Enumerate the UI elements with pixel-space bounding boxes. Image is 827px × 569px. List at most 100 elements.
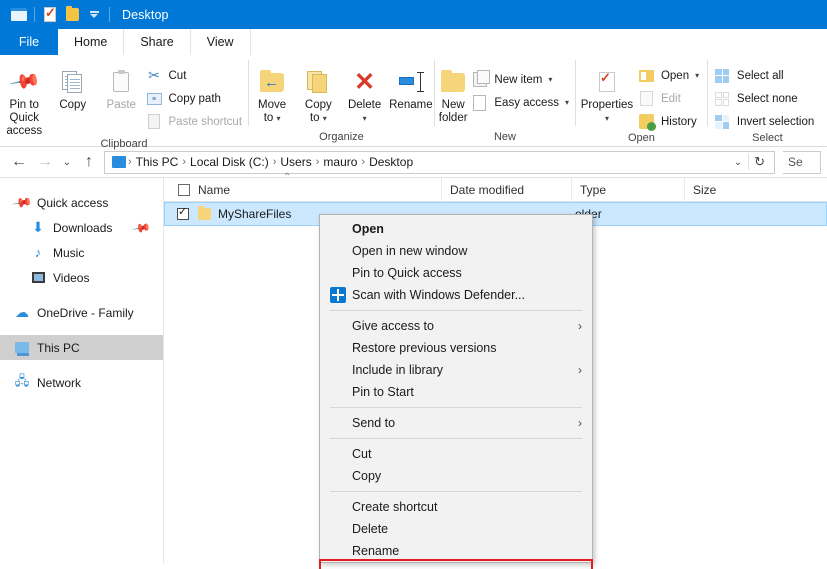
select-none-button[interactable]: Select none: [714, 88, 820, 109]
sidebar-item-onedrive[interactable]: ☁ OneDrive - Family: [0, 300, 163, 325]
paste-shortcut-button[interactable]: Paste shortcut: [146, 111, 249, 132]
search-input[interactable]: Se: [783, 150, 821, 174]
menu-item-delete[interactable]: Delete: [320, 518, 592, 540]
column-header-type[interactable]: Type: [571, 177, 684, 202]
sidebar-item-quick-access[interactable]: 📌 Quick access: [0, 190, 163, 215]
edit-button[interactable]: Edit: [638, 88, 705, 109]
copy-to-icon: [307, 65, 329, 99]
move-to-button[interactable]: ← Move to ▾: [249, 61, 295, 125]
menu-item-pin-to-quick-access[interactable]: Pin to Quick access: [320, 262, 592, 284]
chevron-down-icon[interactable]: ⌄: [728, 157, 748, 168]
new-item-button[interactable]: New item ▾: [471, 69, 575, 90]
new-folder-label-2: folder: [438, 112, 468, 124]
sidebar-item-this-pc[interactable]: This PC: [0, 335, 163, 360]
tab-file[interactable]: File: [0, 29, 58, 55]
file-name-cell: MyShareFiles: [218, 207, 292, 221]
rename-button[interactable]: Rename: [388, 61, 434, 112]
edit-label: Edit: [660, 92, 681, 105]
pin-icon: 📌: [8, 65, 42, 98]
group-label-select: Select: [752, 132, 783, 144]
invert-selection-label: Invert selection: [736, 115, 815, 128]
easy-access-button[interactable]: Easy access ▾: [471, 92, 575, 113]
customize-qat-caret-icon[interactable]: [83, 4, 105, 26]
tab-share[interactable]: Share: [124, 29, 191, 55]
new-item-caret-icon[interactable]: ▾: [548, 75, 552, 84]
sidebar-item-music[interactable]: ♪ Music: [0, 240, 163, 265]
ribbon: 📌 Pin to Quick access Copy Paste ✂ Cut ≡…: [0, 55, 827, 150]
menu-item-include-in-library[interactable]: Include in library ›: [320, 359, 592, 381]
history-button[interactable]: History: [638, 111, 705, 132]
menu-item-restore-previous-versions[interactable]: Restore previous versions: [320, 337, 592, 359]
menu-item-pin-to-start[interactable]: Pin to Start: [320, 381, 592, 403]
menu-item-send-to[interactable]: Send to ›: [320, 412, 592, 434]
paste-button[interactable]: Paste: [97, 61, 146, 112]
move-to-label-1: Move: [258, 99, 287, 111]
sidebar-item-label: Videos: [53, 270, 90, 285]
pin-to-quick-access-button[interactable]: 📌 Pin to Quick access: [0, 61, 49, 138]
breadcrumb-users[interactable]: Users: [276, 155, 315, 169]
properties-button[interactable]: Properties ▾: [576, 61, 638, 125]
properties-caret-icon[interactable]: ▾: [605, 112, 609, 125]
group-label-clipboard: Clipboard: [100, 138, 148, 150]
delete-label: Delete: [347, 99, 382, 111]
menu-separator-2: [330, 407, 582, 408]
properties-icon[interactable]: [39, 4, 61, 26]
tab-home[interactable]: Home: [58, 29, 125, 55]
breadcrumb-this-pc[interactable]: This PC: [132, 155, 183, 169]
chevron-right-icon: ›: [578, 416, 582, 430]
sidebar-item-network[interactable]: 🖧 Network: [0, 370, 163, 395]
menu-item-create-shortcut[interactable]: Create shortcut: [320, 496, 592, 518]
ribbon-group-open: Properties ▾ Open ▾ Edit Histo: [576, 55, 707, 146]
breadcrumb-desktop[interactable]: Desktop: [365, 155, 417, 169]
breadcrumb-mauro[interactable]: mauro: [319, 155, 361, 169]
paste-shortcut-label: Paste shortcut: [168, 115, 243, 128]
window-menu-icon[interactable]: [8, 4, 30, 26]
select-all-checkbox[interactable]: [178, 183, 190, 196]
sort-ascending-icon[interactable]: ⌃: [283, 172, 291, 183]
pin-icon[interactable]: 📌: [131, 217, 151, 237]
menu-item-scan-with-windows-defender[interactable]: Scan with Windows Defender...: [320, 284, 592, 306]
column-header-date-modified[interactable]: Date modified: [441, 177, 571, 202]
delete-button[interactable]: ✕ Delete ▾: [341, 61, 387, 125]
ribbon-group-organize: ← Move to ▾ Copy to ▾ ✕ Delete ▾ Rename …: [249, 55, 434, 146]
delete-dropdown-caret-icon[interactable]: ▾: [363, 112, 367, 125]
menu-item-open[interactable]: Open: [320, 218, 592, 240]
refresh-icon[interactable]: ↻: [748, 154, 770, 170]
move-to-icon: ←: [260, 65, 285, 99]
sidebar-item-label: Quick access: [37, 195, 109, 210]
rename-icon: [398, 65, 424, 99]
row-checkbox[interactable]: [177, 205, 189, 220]
group-label-open: Open: [627, 132, 655, 144]
copy-button[interactable]: Copy: [49, 61, 98, 112]
easy-access-caret-icon[interactable]: ▾: [565, 98, 569, 107]
cut-button[interactable]: ✂ Cut: [146, 65, 249, 86]
column-header-name[interactable]: Name: [164, 178, 441, 202]
tab-view[interactable]: View: [190, 29, 251, 55]
address-path-box[interactable]: › This PC › Local Disk (C:) › Users › ma…: [104, 150, 775, 174]
copy-path-button[interactable]: ≡ Copy path: [146, 88, 249, 109]
new-folder-icon[interactable]: [61, 4, 83, 26]
copy-to-button[interactable]: Copy to ▾: [295, 61, 341, 125]
title-bar: Desktop: [0, 0, 827, 29]
sidebar-item-label: Downloads: [53, 220, 113, 235]
ribbon-group-clipboard: 📌 Pin to Quick access Copy Paste ✂ Cut ≡…: [0, 55, 249, 150]
menu-item-give-access-to[interactable]: Give access to ›: [320, 315, 592, 337]
breadcrumb-local-disk[interactable]: Local Disk (C:): [186, 155, 273, 169]
clipboard-small-commands: ✂ Cut ≡ Copy path Paste shortcut: [146, 61, 249, 132]
open-caret-icon[interactable]: ▾: [695, 71, 699, 80]
sidebar-item-label: Network: [37, 375, 82, 390]
column-header-size[interactable]: Size: [684, 177, 764, 202]
menu-item-cut[interactable]: Cut: [320, 443, 592, 465]
copy-to-label-1: Copy: [304, 99, 332, 111]
sidebar-item-downloads[interactable]: ⬇ Downloads 📌: [0, 215, 163, 240]
copy-path-label: Copy path: [168, 92, 221, 105]
menu-item-copy[interactable]: Copy: [320, 465, 592, 487]
sidebar-item-videos[interactable]: Videos: [0, 265, 163, 290]
menu-item-open-in-new-window[interactable]: Open in new window: [320, 240, 592, 262]
new-folder-button[interactable]: New folder: [435, 61, 471, 125]
history-icon: [638, 113, 656, 131]
open-button[interactable]: Open ▾: [638, 65, 705, 86]
invert-selection-button[interactable]: Invert selection: [714, 111, 820, 132]
ribbon-group-new: New folder New item ▾ Easy access ▾ New: [435, 55, 575, 146]
select-all-button[interactable]: Select all: [714, 65, 820, 86]
